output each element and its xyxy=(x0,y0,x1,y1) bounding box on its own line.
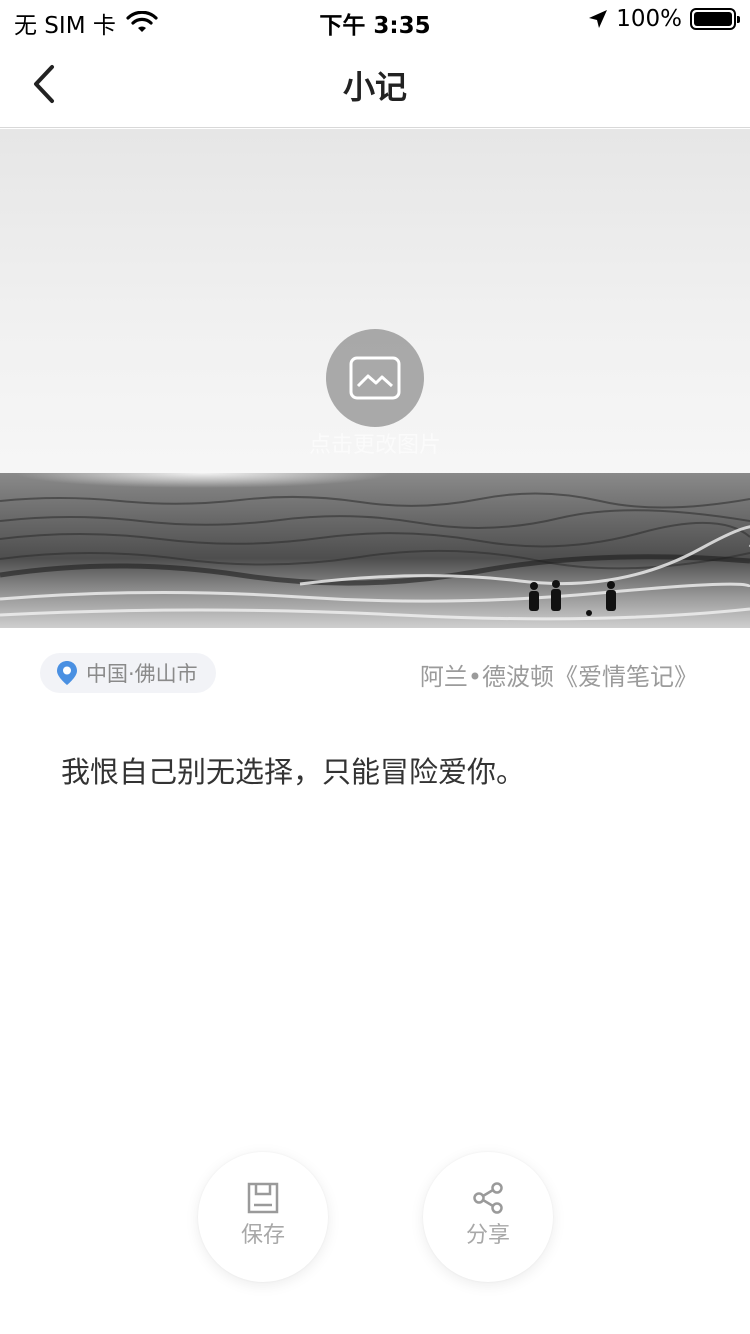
quote-source: 阿兰•德波顿《爱情笔记》 xyxy=(419,663,698,691)
location-label: 中国·佛山市 xyxy=(86,662,198,686)
battery-percent: 100% xyxy=(616,6,682,32)
nav-bar: 小记 xyxy=(0,40,750,128)
save-icon xyxy=(247,1182,279,1214)
image-icon xyxy=(349,356,401,400)
share-button[interactable]: 分享 xyxy=(423,1152,553,1282)
save-label: 保存 xyxy=(240,1223,285,1248)
note-body[interactable]: 我恨自己别无选择，只能冒险爱你。 xyxy=(61,752,701,792)
share-icon xyxy=(473,1182,503,1214)
location-chip[interactable]: 中国·佛山市 xyxy=(40,653,216,693)
share-label: 分享 xyxy=(465,1223,510,1248)
save-button[interactable]: 保存 xyxy=(198,1152,328,1282)
location-arrow-icon xyxy=(589,10,608,28)
change-photo-label: 点击更改图片 xyxy=(308,433,441,458)
battery-icon xyxy=(690,8,740,30)
battery-fill xyxy=(694,12,732,26)
location-pin-icon xyxy=(57,661,77,685)
page-title: 小记 xyxy=(342,68,407,106)
status-bar: 无 SIM 卡 下午 3:35 100% xyxy=(0,0,750,40)
note-photo[interactable]: 点击更改图片 xyxy=(0,129,750,628)
status-right: 100% xyxy=(588,6,740,32)
change-photo-button[interactable] xyxy=(326,329,424,427)
